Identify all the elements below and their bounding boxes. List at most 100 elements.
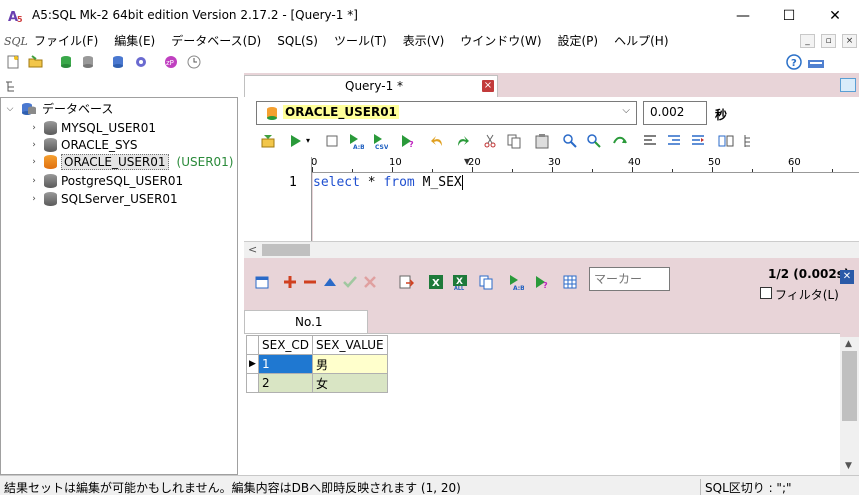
paste-icon[interactable] bbox=[534, 133, 550, 149]
marker-input[interactable] bbox=[589, 267, 670, 291]
run-explain-icon[interactable]: ? bbox=[534, 274, 550, 290]
tree-expand-icon[interactable]: ⌵ bbox=[4, 104, 16, 114]
run-explain-icon[interactable]: ? bbox=[400, 133, 416, 149]
window-list-icon[interactable] bbox=[840, 78, 856, 92]
tree-item-oracle-sys[interactable]: › ORACLE_SYS bbox=[28, 136, 138, 153]
er-diagram-icon[interactable]: zP bbox=[163, 54, 179, 70]
menu-help[interactable]: ヘルプ(H) bbox=[606, 32, 676, 51]
db-list-icon[interactable] bbox=[110, 54, 126, 70]
run-ab-icon[interactable]: A:B bbox=[508, 274, 524, 290]
connection-select[interactable]: ORACLE_USER01 ⌵ bbox=[256, 101, 637, 125]
excel-icon[interactable]: X bbox=[428, 274, 444, 290]
filter-checkbox[interactable] bbox=[760, 287, 772, 299]
grid-cell[interactable]: 2 bbox=[257, 373, 314, 393]
grid-cell[interactable]: 1 bbox=[257, 354, 314, 374]
tree-root[interactable]: ⌵ データベース bbox=[4, 100, 114, 117]
tab-close-icon[interactable]: × bbox=[482, 80, 494, 92]
tree-item-postgresql[interactable]: › PostgreSQL_USER01 bbox=[28, 172, 183, 189]
tab-query-1[interactable]: Query-1 * bbox=[244, 75, 498, 97]
scroll-left-icon[interactable]: < bbox=[248, 243, 257, 256]
undo-icon[interactable] bbox=[430, 133, 446, 149]
export-icon[interactable] bbox=[398, 274, 414, 290]
copy-result-icon[interactable] bbox=[478, 274, 494, 290]
compare-icon[interactable] bbox=[718, 133, 734, 149]
stop-icon[interactable] bbox=[324, 133, 340, 149]
grid-icon[interactable] bbox=[562, 274, 578, 290]
redo-icon[interactable] bbox=[454, 133, 470, 149]
run-dropdown-icon[interactable]: ▾ bbox=[306, 136, 310, 145]
maximize-button[interactable]: ☐ bbox=[766, 0, 812, 32]
menu-settings[interactable]: 設定(P) bbox=[550, 32, 607, 51]
delete-row-icon[interactable] bbox=[302, 274, 318, 290]
result-vertical-scrollbar[interactable]: ▲ ▼ bbox=[840, 337, 859, 475]
column-header[interactable]: SEX_VALUE bbox=[312, 335, 388, 355]
tree-expand-icon[interactable]: › bbox=[28, 176, 40, 186]
sql-keyword: from bbox=[383, 175, 415, 190]
search-replace-icon[interactable] bbox=[586, 133, 602, 149]
tree-view-icon[interactable] bbox=[742, 133, 758, 149]
menu-tools[interactable]: ツール(T) bbox=[326, 32, 395, 51]
grid-cell[interactable]: 女 bbox=[312, 373, 388, 393]
unindent-icon[interactable] bbox=[690, 133, 706, 149]
jump-icon[interactable] bbox=[612, 133, 628, 149]
gear-icon[interactable] bbox=[133, 54, 149, 70]
query-time-field[interactable]: 0.002 bbox=[643, 101, 707, 125]
chevron-down-icon[interactable]: ⌵ bbox=[622, 105, 630, 116]
connect-db-icon[interactable] bbox=[58, 54, 74, 70]
align-left-icon[interactable] bbox=[642, 133, 658, 149]
tree-collapse-icon[interactable] bbox=[4, 79, 20, 95]
scroll-down-icon[interactable]: ▼ bbox=[845, 461, 852, 471]
help-icon[interactable]: ? bbox=[786, 54, 802, 70]
indent-icon[interactable] bbox=[666, 133, 682, 149]
scroll-up-icon[interactable]: ▲ bbox=[845, 339, 852, 349]
clock-icon[interactable] bbox=[186, 54, 202, 70]
mdi-restore-button[interactable]: ▫ bbox=[821, 34, 836, 48]
search-icon[interactable] bbox=[562, 133, 578, 149]
menu-view[interactable]: 表示(V) bbox=[395, 32, 453, 51]
sql-code-line[interactable]: select * from M_SEX​ bbox=[313, 175, 463, 190]
tree-expand-icon[interactable]: › bbox=[28, 157, 40, 167]
tab-result-1[interactable]: No.1 bbox=[244, 310, 368, 333]
disconnect-db-icon[interactable] bbox=[80, 54, 96, 70]
result-toolbar: X X ALL A:B ? bbox=[244, 258, 859, 308]
open-folder-icon[interactable] bbox=[28, 54, 44, 70]
cancel-icon[interactable] bbox=[362, 274, 378, 290]
minimize-button[interactable]: — bbox=[720, 0, 766, 32]
tree-expand-icon[interactable]: › bbox=[28, 140, 40, 150]
tree-item-sqlserver[interactable]: › SQLServer_USER01 bbox=[28, 190, 178, 207]
scrollbar-thumb[interactable] bbox=[262, 244, 310, 256]
add-row-icon[interactable] bbox=[282, 274, 298, 290]
mdi-close-button[interactable]: × bbox=[842, 34, 857, 48]
menu-edit[interactable]: 編集(E) bbox=[106, 32, 163, 51]
scrollbar-thumb[interactable] bbox=[842, 351, 857, 421]
cut-icon[interactable] bbox=[482, 133, 498, 149]
table-row[interactable]: 2 女 bbox=[246, 373, 388, 393]
run-ab-icon[interactable]: A:B bbox=[348, 133, 364, 149]
commit-icon[interactable] bbox=[342, 274, 358, 290]
calendar-icon[interactable] bbox=[254, 274, 270, 290]
tree-item-oracle-user01[interactable]: › ORACLE_USER01 (USER01) bbox=[28, 153, 233, 170]
close-result-icon[interactable]: ✕ bbox=[840, 270, 854, 284]
column-header[interactable]: SEX_CD bbox=[257, 335, 314, 355]
tree-expand-icon[interactable]: › bbox=[28, 194, 40, 204]
format-sql-icon[interactable] bbox=[260, 133, 276, 149]
table-row[interactable]: ▶ 1 男 bbox=[246, 354, 388, 374]
run-icon[interactable] bbox=[288, 133, 304, 149]
editor-horizontal-scrollbar[interactable]: < bbox=[244, 241, 859, 258]
copy-icon[interactable] bbox=[506, 133, 522, 149]
menu-sql[interactable]: SQL(S) bbox=[269, 32, 326, 51]
move-up-icon[interactable] bbox=[322, 274, 338, 290]
mdi-minimize-button[interactable]: _ bbox=[800, 34, 815, 48]
keyboard-icon[interactable] bbox=[808, 56, 824, 72]
ruler-tick bbox=[472, 167, 473, 172]
tree-item-mysql[interactable]: › MYSQL_USER01 bbox=[28, 119, 156, 136]
menu-file[interactable]: ファイル(F) bbox=[26, 32, 106, 51]
tree-expand-icon[interactable]: › bbox=[28, 123, 40, 133]
grid-cell[interactable]: 男 bbox=[312, 354, 388, 374]
excel-all-icon[interactable]: XALL bbox=[452, 274, 468, 290]
run-csv-icon[interactable]: CSV bbox=[372, 133, 388, 149]
menu-window[interactable]: ウインドウ(W) bbox=[452, 32, 549, 51]
menu-database[interactable]: データベース(D) bbox=[163, 32, 269, 51]
new-file-icon[interactable] bbox=[5, 54, 21, 70]
close-button[interactable]: ✕ bbox=[812, 0, 858, 32]
